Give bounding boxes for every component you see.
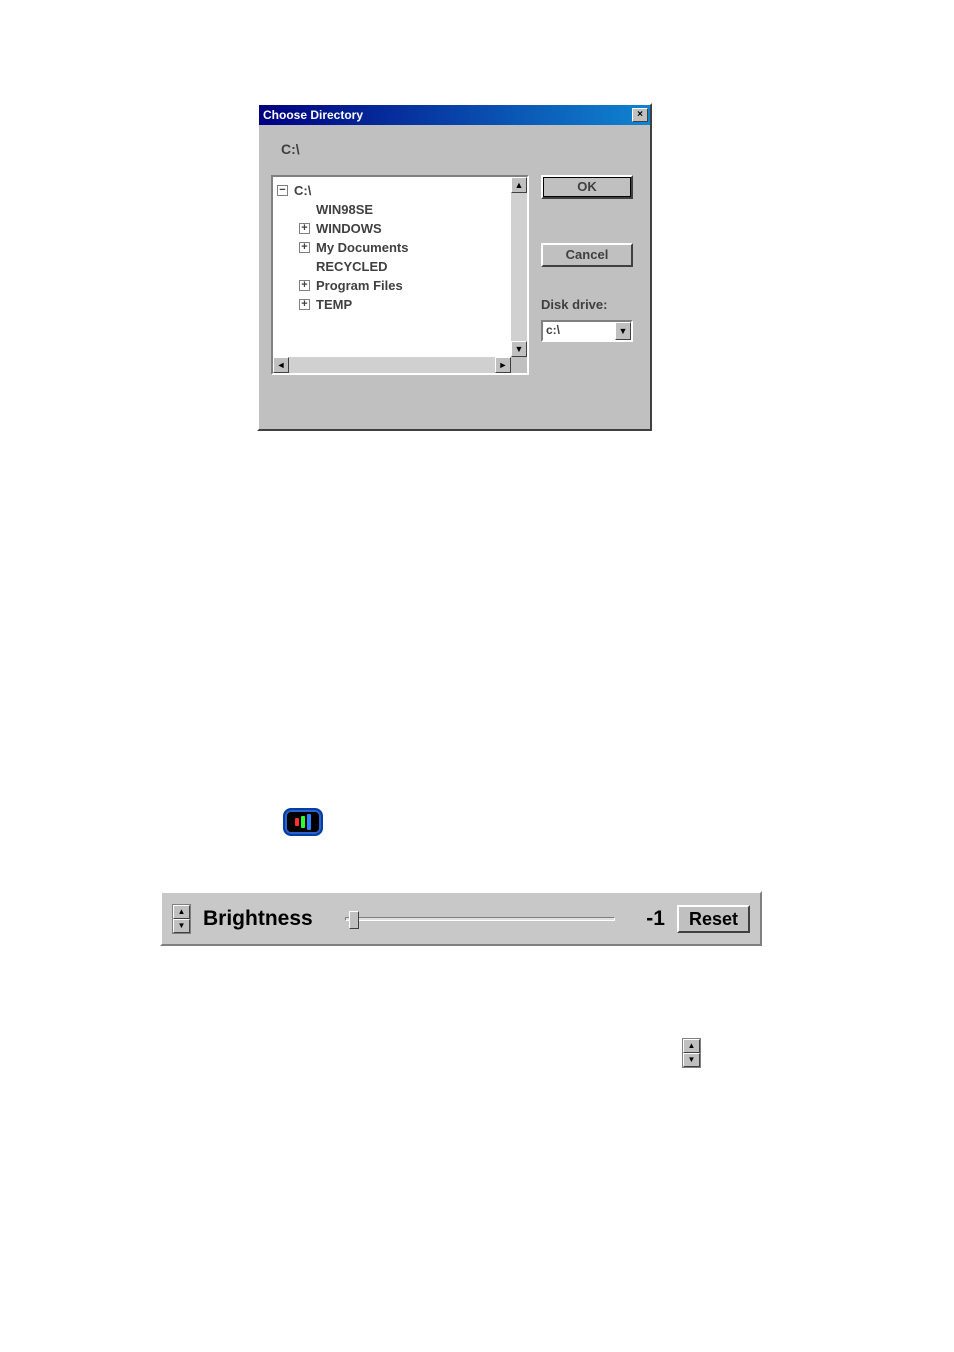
disk-drive-combobox[interactable]: c:\ ▼ [541,320,633,342]
scroll-track[interactable] [289,357,495,373]
vertical-scrollbar[interactable]: ▲ ▼ [511,177,527,357]
ok-button[interactable]: OK [541,175,633,199]
scroll-left-icon[interactable]: ◄ [273,357,289,373]
collapse-icon[interactable]: − [277,185,288,196]
reset-button[interactable]: Reset [677,905,750,933]
tree-node[interactable]: + My Documents [299,238,507,257]
slider-track [345,917,615,921]
close-icon[interactable]: × [632,108,648,122]
tree-node[interactable]: RECYCLED [299,257,507,276]
scroll-down-icon[interactable]: ▼ [511,341,527,357]
brightness-spinner[interactable]: ▲ ▼ [172,904,191,934]
slider-thumb[interactable] [349,911,359,929]
bar-icon [307,814,311,830]
tree-label: WIN98SE [316,200,373,219]
expand-icon[interactable]: + [299,299,310,310]
disk-drive-value: c:\ [543,322,615,340]
up-down-spinner[interactable]: ▲ ▼ [682,1038,701,1068]
tree-label: Program Files [316,276,403,295]
tree-label: My Documents [316,238,408,257]
scroll-right-icon[interactable]: ► [495,357,511,373]
horizontal-scrollbar[interactable]: ◄ ► [273,357,511,373]
cancel-button[interactable]: Cancel [541,243,633,267]
tree-node[interactable]: + TEMP [299,295,507,314]
choose-directory-dialog: Choose Directory × C:\ − C:\ WIN98SE [257,103,652,431]
expand-icon[interactable]: + [299,223,310,234]
disk-drive-label: Disk drive: [541,297,633,312]
dialog-buttons-column: OK Cancel Disk drive: c:\ ▼ [541,175,633,375]
expand-icon[interactable]: + [299,280,310,291]
tree-node[interactable]: WIN98SE [299,200,507,219]
tree-label: RECYCLED [316,257,388,276]
tree-label: TEMP [316,295,352,314]
spinner-down-icon[interactable]: ▼ [683,1053,700,1067]
brightness-panel: ▲ ▼ Brightness -1 Reset [160,891,762,946]
brightness-value: -1 [627,907,665,931]
scroll-track[interactable] [511,193,527,341]
brightness-label: Brightness [203,907,313,931]
dialog-body: C:\ − C:\ WIN98SE + [259,125,650,429]
brightness-slider[interactable] [345,909,615,929]
tree-branch-icon [299,261,310,272]
scroll-corner [511,357,527,373]
expand-icon[interactable]: + [299,242,310,253]
tree-node-root[interactable]: − C:\ [277,181,507,200]
bar-icon [295,818,299,826]
tree-label: WINDOWS [316,219,382,238]
tree-label: C:\ [294,181,311,200]
tree-branch-icon [299,204,310,215]
spinner-up-icon[interactable]: ▲ [173,905,190,919]
titlebar: Choose Directory × [259,105,650,125]
chevron-down-icon[interactable]: ▼ [615,322,631,340]
titlebar-text: Choose Directory [263,108,632,122]
scroll-up-icon[interactable]: ▲ [511,177,527,193]
image-properties-icon[interactable] [283,808,323,836]
directory-tree[interactable]: − C:\ WIN98SE + WINDOWS + [271,175,529,375]
spinner-down-icon[interactable]: ▼ [173,919,190,933]
current-path-label: C:\ [281,141,638,157]
tree-node[interactable]: + WINDOWS [299,219,507,238]
bar-icon [301,816,305,828]
spinner-up-icon[interactable]: ▲ [683,1039,700,1053]
tree-node[interactable]: + Program Files [299,276,507,295]
